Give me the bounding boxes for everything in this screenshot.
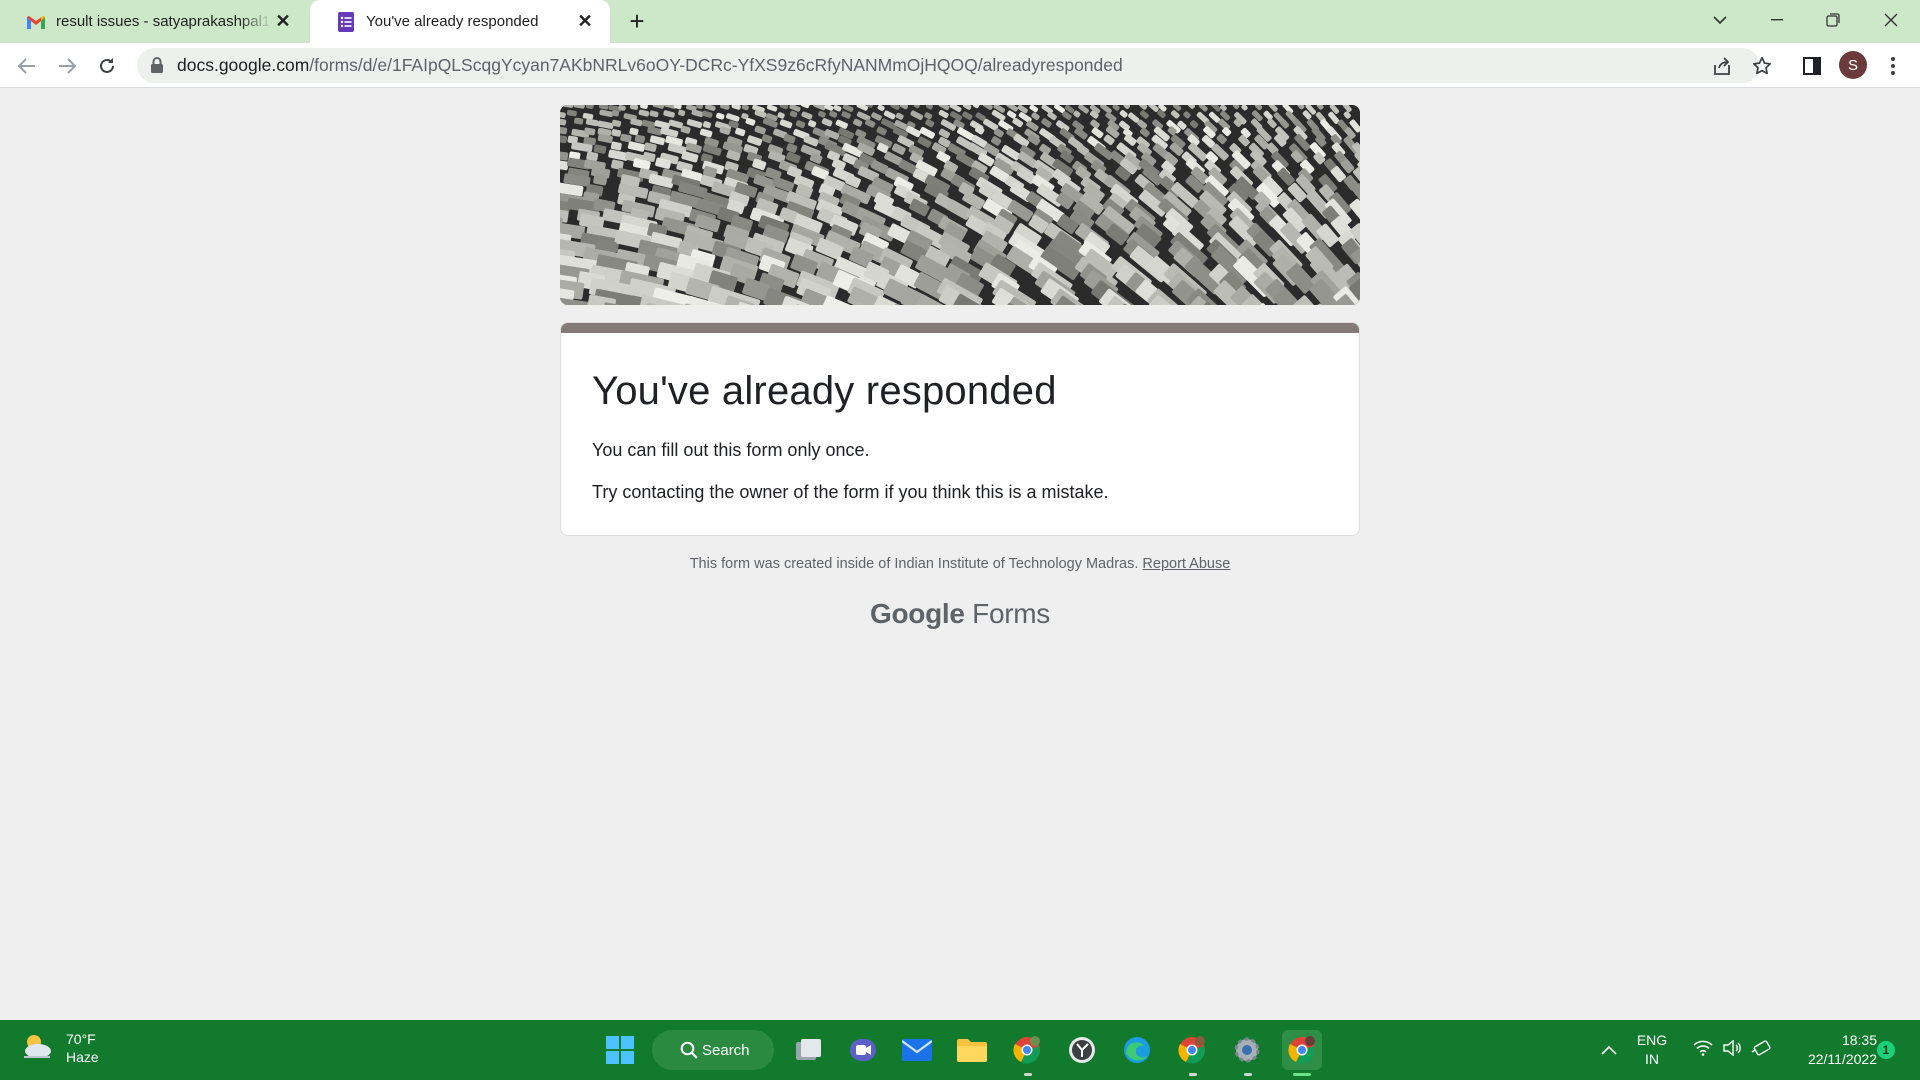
forward-arrow-icon[interactable] [50, 49, 84, 83]
file-explorer-icon[interactable] [952, 1030, 992, 1070]
running-indicator [1024, 1073, 1032, 1076]
chrome-icon[interactable] [1172, 1030, 1212, 1070]
tray-chevron-up-icon[interactable] [1589, 1030, 1629, 1070]
page-title: You've already responded [592, 369, 1057, 413]
chrome-active-icon[interactable] [1282, 1030, 1322, 1070]
settings-gear-icon[interactable] [1227, 1030, 1267, 1070]
tab-strip: result issues - satyaprakashpal1507 ✕ Yo… [0, 0, 1920, 43]
form-footer-note: This form was created inside of Indian I… [560, 556, 1360, 572]
close-tab-icon[interactable]: ✕ [574, 11, 596, 33]
new-tab-button[interactable]: + [622, 6, 652, 36]
google-forms-logo[interactable]: Google Forms [560, 598, 1360, 630]
teams-chat-icon[interactable] [843, 1030, 883, 1070]
report-abuse-link[interactable]: Report Abuse [1142, 556, 1230, 572]
google-wordmark: Google [870, 598, 965, 629]
bookmark-star-icon[interactable] [1749, 53, 1775, 79]
tab-search-chevron-icon[interactable] [1695, 0, 1745, 40]
back-arrow-icon[interactable] [10, 49, 44, 83]
side-panel-icon[interactable] [1795, 49, 1829, 83]
clock[interactable]: 18:35 22/11/2022 [1783, 1031, 1877, 1069]
mail-icon[interactable] [897, 1030, 937, 1070]
tab-title: You've already responded [366, 13, 539, 30]
search-icon [680, 1041, 698, 1063]
weather-desc: Haze [66, 1049, 99, 1065]
windows-taskbar: 70°F Haze Search ENG IN 18:35 22/11/2022… [0, 1020, 1920, 1080]
form-header-image [560, 105, 1360, 305]
system-tray-status[interactable] [1677, 1030, 1787, 1070]
tab-title: result issues - satyaprakashpal1507 [56, 13, 272, 30]
wifi-icon [1693, 1040, 1713, 1061]
url-path: /forms/d/e/1FAIpQLScqgYcyan7AKbNRLv6oOY-… [309, 55, 1123, 75]
region-code: IN [1645, 1051, 1659, 1067]
edge-browser-icon[interactable] [1117, 1030, 1157, 1070]
menu-kebab-icon[interactable] [1876, 49, 1910, 83]
task-view-icon[interactable] [788, 1030, 828, 1070]
share-icon[interactable] [1709, 53, 1735, 79]
tab-google-form[interactable]: You've already responded ✕ [310, 0, 610, 43]
language-code: ENG [1636, 1032, 1668, 1048]
battery-charging-icon [1751, 1039, 1771, 1061]
address-bar[interactable]: docs.google.com/forms/d/e/1FAIpQLScqgYcy… [137, 48, 1772, 83]
profile-avatar[interactable]: S [1839, 51, 1867, 79]
minimize-button[interactable] [1752, 0, 1802, 40]
url-host: docs.google.com [177, 55, 310, 75]
close-tab-icon[interactable]: ✕ [272, 11, 294, 33]
response-card: You've already responded You can fill ou… [560, 322, 1360, 536]
form-origin-text: This form was created inside of Indian I… [689, 556, 1139, 572]
restore-button[interactable] [1808, 0, 1858, 40]
running-indicator [1189, 1073, 1197, 1076]
weather-haze-icon [20, 1032, 54, 1065]
language-indicator[interactable]: ENG IN [1632, 1031, 1672, 1069]
tab-gmail[interactable]: result issues - satyaprakashpal1507 ✕ [0, 0, 308, 43]
close-window-button[interactable] [1866, 0, 1916, 40]
card-accent-bar [561, 323, 1359, 333]
clock-time: 18:35 [1841, 1032, 1877, 1048]
active-indicator [1293, 1073, 1311, 1076]
clock-app-icon[interactable] [1062, 1030, 1102, 1070]
lock-icon[interactable] [151, 57, 163, 78]
contact-owner-message: Try contacting the owner of the form if … [592, 482, 1109, 502]
volume-icon [1723, 1039, 1741, 1061]
reload-icon[interactable] [90, 49, 124, 83]
form-once-message: You can fill out this form only once. [592, 440, 870, 460]
windows-start-icon[interactable] [600, 1030, 640, 1070]
weather-widget[interactable]: 70°F Haze [20, 1030, 99, 1066]
running-indicator [1244, 1073, 1252, 1076]
browser-toolbar: docs.google.com/forms/d/e/1FAIpQLScqgYcy… [0, 43, 1920, 88]
search-label: Search [702, 1041, 750, 1059]
taskbar-search[interactable]: Search [652, 1030, 774, 1070]
gmail-icon [26, 12, 46, 32]
chrome-profile-icon[interactable] [1007, 1030, 1047, 1070]
weather-temp: 70°F [66, 1031, 96, 1047]
url-text[interactable]: docs.google.com/forms/d/e/1FAIpQLScqgYcy… [177, 48, 1123, 83]
google-forms-icon [336, 11, 356, 32]
forms-wordmark: Forms [972, 598, 1050, 629]
clock-date: 22/11/2022 [1807, 1051, 1877, 1067]
notification-badge[interactable]: 1 [1877, 1041, 1895, 1059]
